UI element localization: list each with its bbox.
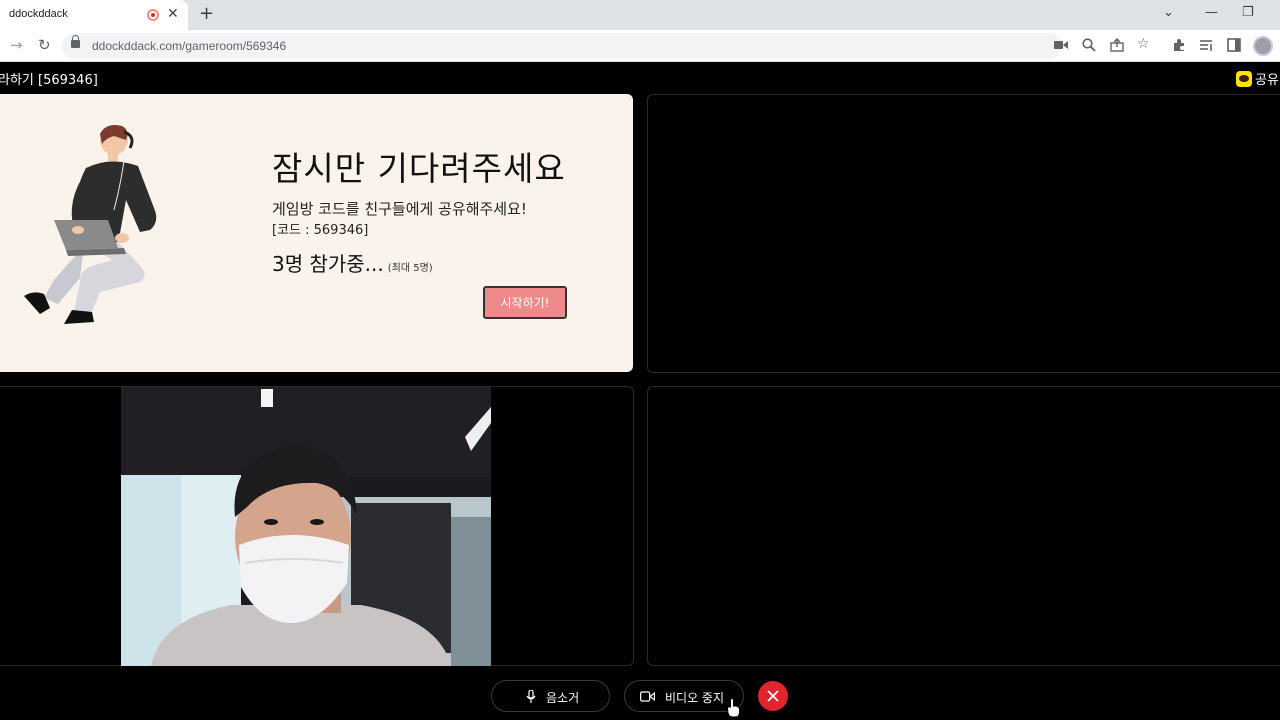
reading-list-icon[interactable] [1199,38,1213,52]
star-icon[interactable]: ☆ [1137,37,1150,51]
minimize-button[interactable]: — [1205,5,1218,21]
room-code: [코드 : 569346] [272,223,369,238]
restore-button[interactable]: ❐ [1242,5,1254,21]
waiting-card: 잠시만 기다려주세요 게임방 코드를 친구들에게 공유해주세요! [코드 : 5… [0,94,633,372]
kakao-icon [1236,70,1252,87]
profile-avatar[interactable] [1253,36,1273,56]
video-camera-icon [640,691,655,702]
side-panel-icon[interactable] [1227,38,1241,52]
tab-search-icon[interactable]: ⌄ [1163,5,1174,21]
participant-count: 3명 참가중... (최대 5명) [272,248,433,277]
browser-tab[interactable]: ddockddack ✕ [0,0,188,30]
tab-title: ddockddack [9,8,68,20]
hand-cursor-icon [727,698,740,718]
start-game-button[interactable]: 시작하기! [483,286,567,319]
person-with-laptop-illustration [24,125,157,324]
tab-close-icon[interactable]: ✕ [167,6,179,22]
kakao-share-button[interactable]: 공유 [1236,68,1279,88]
address-bar[interactable]: ddockddack.com/gameroom/569346 [62,33,1062,59]
browser-tab-bar: ddockddack ✕ + ⌄ — ❐ [0,0,1280,30]
share-label: 공유 [1255,73,1279,88]
app-header: 라하기 [569346] 공유 [0,62,1280,93]
lock-icon[interactable] [71,35,80,48]
zoom-icon[interactable] [1082,38,1096,52]
share-icon[interactable] [1110,38,1124,52]
webcam-frame [121,387,491,666]
extensions-icon[interactable] [1172,38,1186,52]
reload-icon[interactable]: ↻ [38,36,51,54]
max-participants-note: (최대 5명) [387,263,433,274]
share-instruction: 게임방 코드를 친구들에게 공유해주세요! [272,200,527,218]
leave-room-button[interactable] [758,681,788,711]
room-title: 라하기 [569346] [0,73,98,88]
stop-video-button[interactable]: 비디오 중지 [624,680,744,712]
participant-count-text: 3명 참가중... [272,252,384,276]
camera-icon[interactable] [1054,39,1068,51]
empty-video-slot-2 [647,386,1280,666]
url-text[interactable]: ddockddack.com/gameroom/569346 [92,39,286,53]
recording-indicator-icon [147,9,159,21]
empty-video-slot-1 [647,94,1280,373]
back-arrow-icon[interactable]: → [10,36,23,54]
waiting-title: 잠시만 기다려주세요 [272,149,566,188]
browser-toolbar: → ↻ ddockddack.com/gameroom/569346 ☆ [0,30,1280,62]
mute-label: 음소거 [546,691,580,705]
webcam-video [121,387,491,666]
close-icon [767,690,779,702]
mute-button[interactable]: 음소거 [491,680,610,712]
stop-video-label: 비디오 중지 [665,691,725,705]
new-tab-button[interactable]: + [199,4,214,24]
microphone-icon [526,690,536,703]
